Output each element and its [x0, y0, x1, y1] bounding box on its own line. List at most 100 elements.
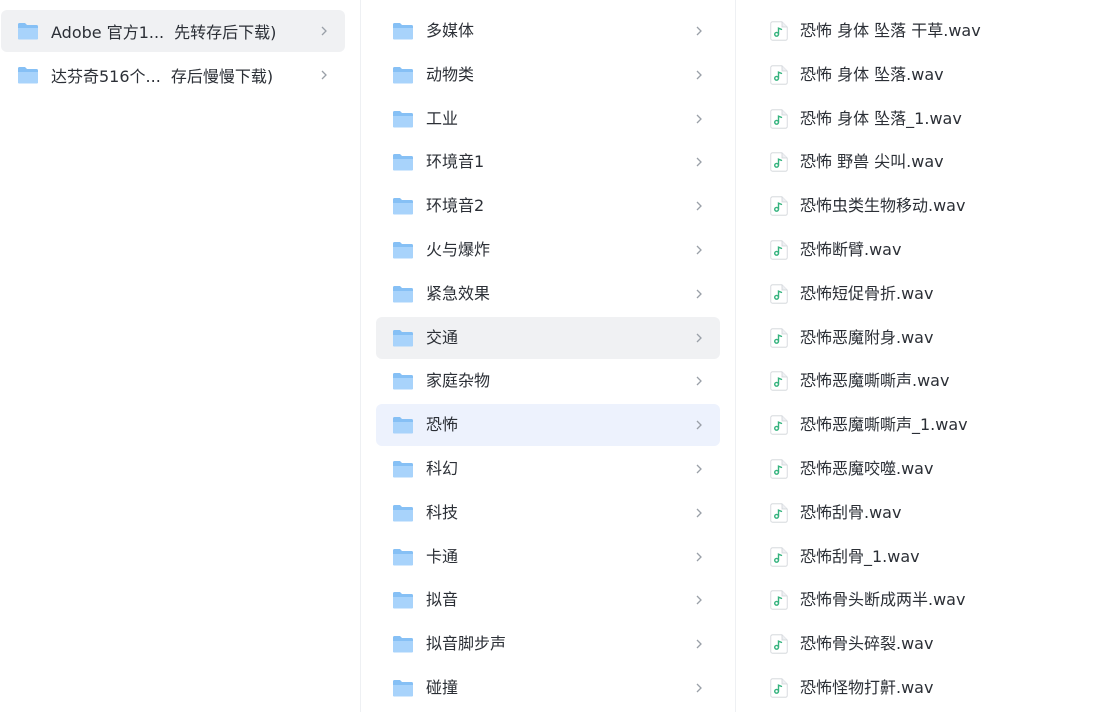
file-item-label: 恐怖 身体 坠落 干草.wav — [800, 21, 981, 40]
root-item[interactable]: Adobe 官方1... 先转存后下载) — [1, 10, 345, 52]
file-item[interactable]: 恐怖 身体 坠落.wav — [756, 54, 1086, 96]
file-item[interactable]: 恐怖刮骨.wav — [756, 492, 1086, 534]
file-item[interactable]: 恐怖恶魔嘶嘶声_1.wav — [756, 404, 1086, 446]
file-item[interactable]: 恐怖恶魔嘶嘶声.wav — [756, 360, 1086, 402]
root-item[interactable]: 达芬奇516个... 存后慢慢下载) — [1, 54, 345, 96]
chevron-right-icon — [696, 552, 702, 562]
folder-icon — [18, 23, 38, 40]
audio-file-icon — [770, 240, 788, 260]
chevron-right-icon — [696, 70, 702, 80]
chevron-right-icon — [696, 595, 702, 605]
file-item-label: 恐怖刮骨.wav — [800, 502, 902, 522]
folder-item[interactable]: 多媒体 — [376, 10, 720, 52]
chevron-right-icon — [321, 70, 327, 80]
folder-item[interactable]: 家庭杂物 — [376, 360, 720, 402]
chevron-right-icon — [696, 114, 702, 124]
root-column: Adobe 官方1... 先转存后下载) 达芬奇516个... 存后慢慢下载) — [0, 0, 360, 712]
file-item[interactable]: 恐怖骨头断成两半.wav — [756, 579, 1086, 621]
chevron-right-icon — [696, 245, 702, 255]
folder-item[interactable]: 碰撞 — [376, 667, 720, 709]
folder-icon — [393, 242, 413, 259]
folder-item-label: 科技 — [426, 502, 459, 522]
folder-icon — [393, 329, 413, 347]
folder-column: 多媒体 动物类 工业 环境音1 环境音2 火与爆炸 紧急效果 交通 家庭杂物 恐… — [360, 0, 736, 712]
folder-icon — [393, 154, 413, 171]
file-item-label: 恐怖怪物打鼾.wav — [800, 678, 934, 697]
root-item-label-part2: 存后慢慢下载) — [170, 67, 274, 86]
folder-icon — [18, 67, 38, 84]
chevron-right-icon — [696, 683, 702, 693]
file-item[interactable]: 恐怖 身体 坠落_1.wav — [756, 98, 1086, 140]
folder-item-label: 拟音脚步声 — [426, 634, 507, 654]
folder-item-label: 拟音 — [426, 590, 459, 610]
folder-item-label: 火与爆炸 — [426, 240, 491, 259]
chevron-right-icon — [696, 157, 702, 167]
chevron-right-icon — [696, 639, 702, 649]
folder-item[interactable]: 恐怖 — [376, 404, 720, 447]
folder-icon — [393, 680, 413, 697]
folder-icon — [393, 198, 413, 215]
file-item[interactable]: 恐怖骨头碎裂.wav — [756, 623, 1086, 665]
file-item-label: 恐怖 身体 坠落.wav — [800, 64, 944, 84]
file-item-label: 恐怖虫类生物移动.wav — [800, 196, 966, 216]
folder-item-label: 紧急效果 — [426, 283, 491, 303]
file-item[interactable]: 恐怖断臂.wav — [756, 229, 1086, 271]
folder-item-label: 碰撞 — [426, 678, 459, 697]
audio-file-icon — [770, 459, 788, 479]
folder-item[interactable]: 科技 — [376, 492, 720, 534]
folder-icon — [393, 285, 413, 303]
file-item[interactable]: 恐怖虫类生物移动.wav — [756, 185, 1086, 227]
chevron-right-icon — [696, 26, 702, 36]
folder-item-label: 动物类 — [426, 64, 475, 84]
folder-item-label: 卡通 — [426, 546, 459, 566]
folder-icon — [393, 548, 413, 566]
file-item[interactable]: 恐怖怪物打鼾.wav — [756, 667, 1086, 709]
folder-item-label: 科幻 — [426, 459, 459, 478]
folder-item-label: 恐怖 — [426, 415, 459, 435]
file-item[interactable]: 恐怖短促骨折.wav — [756, 273, 1086, 315]
file-item[interactable]: 恐怖恶魔咬噬.wav — [756, 448, 1086, 490]
folder-item[interactable]: 工业 — [376, 98, 720, 140]
folder-item[interactable]: 科幻 — [376, 448, 720, 490]
folder-item[interactable]: 环境音1 — [376, 141, 720, 183]
file-item[interactable]: 恐怖恶魔附身.wav — [756, 317, 1086, 359]
folder-item[interactable]: 动物类 — [376, 54, 720, 96]
folder-icon — [393, 592, 413, 609]
folder-item-label: 工业 — [426, 108, 459, 128]
folder-item[interactable]: 拟音 — [376, 579, 720, 621]
folder-icon — [393, 110, 413, 128]
file-item[interactable]: 恐怖 野兽 尖叫.wav — [756, 141, 1086, 183]
folder-icon — [393, 636, 413, 653]
file-item[interactable]: 恐怖刮骨_1.wav — [756, 536, 1086, 578]
file-item[interactable]: 恐怖 身体 坠落 干草.wav — [756, 10, 1086, 52]
folder-item[interactable]: 卡通 — [376, 536, 720, 578]
folder-item[interactable]: 紧急效果 — [376, 273, 720, 315]
audio-file-icon — [770, 590, 788, 610]
audio-file-icon — [770, 678, 788, 698]
audio-file-icon — [770, 634, 788, 654]
folder-item[interactable]: 交通 — [376, 316, 720, 359]
audio-file-icon — [770, 108, 788, 129]
file-item-label: 恐怖 野兽 尖叫.wav — [800, 152, 944, 172]
chevron-right-icon — [696, 289, 702, 299]
audio-file-icon — [770, 503, 788, 523]
root-item-label-part1: 达芬奇516个... — [51, 67, 161, 86]
file-item-label: 恐怖断臂.wav — [800, 240, 902, 259]
folder-item-label: 家庭杂物 — [426, 371, 491, 391]
file-item-label: 恐怖恶魔嘶嘶声_1.wav — [800, 415, 968, 435]
audio-file-icon — [770, 196, 788, 216]
file-item-label: 恐怖骨头碎裂.wav — [800, 634, 934, 654]
file-item-label: 恐怖恶魔咬噬.wav — [800, 459, 934, 478]
folder-item-label: 交通 — [426, 327, 459, 347]
root-item-label-part2: 先转存后下载) — [174, 23, 277, 42]
folder-item[interactable]: 拟音脚步声 — [376, 623, 720, 665]
chevron-right-icon — [696, 464, 702, 474]
folder-item[interactable]: 环境音2 — [376, 185, 720, 227]
audio-file-icon — [770, 65, 788, 85]
file-column: 恐怖 身体 坠落 干草.wav 恐怖 身体 坠落.wav 恐怖 身体 坠落_1.… — [735, 0, 1095, 712]
chevron-right-icon — [696, 201, 702, 211]
folder-item[interactable]: 火与爆炸 — [376, 229, 720, 271]
folder-icon — [393, 461, 413, 478]
audio-file-icon — [770, 546, 788, 567]
audio-file-icon — [770, 152, 788, 172]
